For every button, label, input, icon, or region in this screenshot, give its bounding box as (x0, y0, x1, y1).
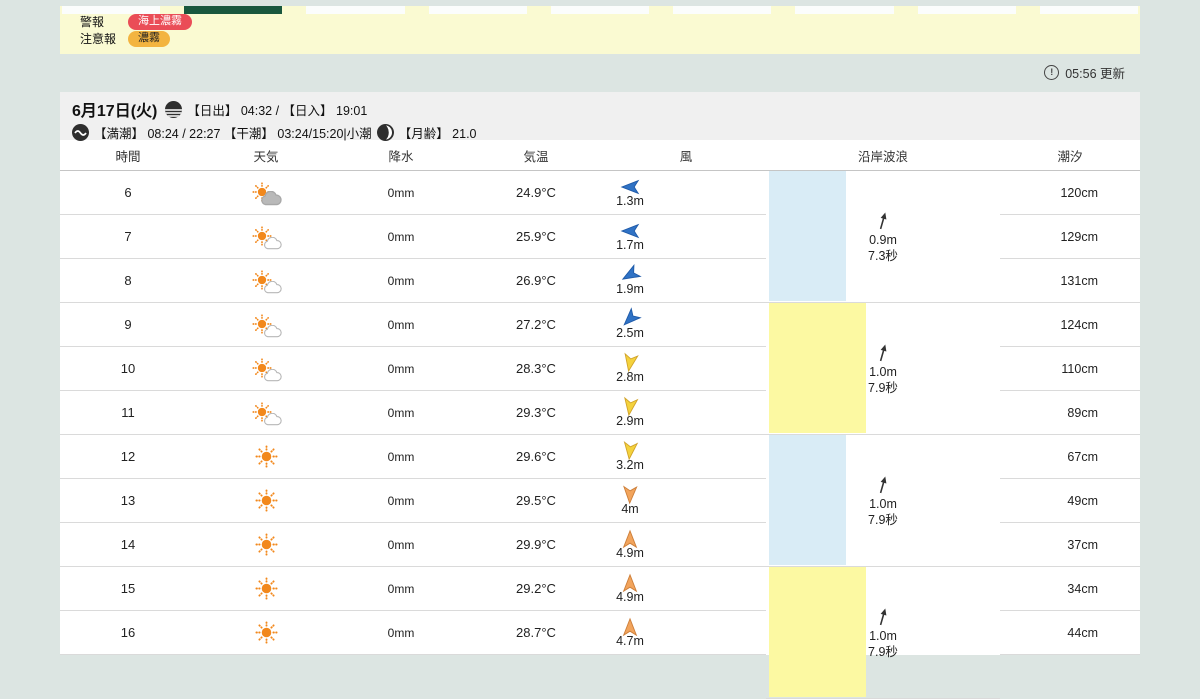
wave-direction-icon (868, 474, 898, 495)
wave-direction-icon (868, 210, 898, 231)
wave-block (769, 303, 866, 433)
update-time: 05:56 更新 (1065, 66, 1125, 81)
coastal-wave-group: 1.0m 7.9秒 (766, 435, 1000, 567)
tab-3[interactable] (306, 6, 405, 14)
tab-7[interactable] (795, 6, 894, 14)
wave-block (769, 567, 866, 697)
wave-direction-icon (868, 342, 898, 363)
coastal-wave-group: 1.0m 7.9秒 (766, 567, 1000, 699)
header-wind: 風 (679, 149, 693, 164)
advisory-badge-fog[interactable]: 濃霧 (128, 30, 170, 47)
header-time: 時間 (115, 149, 141, 164)
header-wave: 沿岸波浪 (857, 149, 908, 164)
sunrise-icon (165, 100, 183, 118)
wave-height-value: 1.0m (869, 364, 897, 379)
tab-2-active[interactable] (184, 6, 283, 14)
table-header-row: 時間 天気 降水 気温 風 沿岸波浪 潮汐 (60, 140, 1140, 171)
wave-direction-icon (868, 606, 898, 627)
tab-8[interactable] (917, 6, 1016, 14)
wave-block (769, 171, 846, 301)
info-icon: ! (1044, 64, 1060, 80)
moon-icon (376, 124, 394, 141)
header-temp: 気温 (523, 149, 549, 164)
header-precip: 降水 (388, 149, 414, 164)
sunrise-sunset-text: 【日出】 04:32 / 【日入】 19:01 (187, 103, 368, 118)
wave-block (769, 435, 846, 565)
wave-height-value: 0.9m (869, 232, 897, 247)
table-body: 6 0mm 24.9°C 1.3m 120cm 7 0mm 25.9°C 1.7… (60, 171, 1140, 699)
tab-4[interactable] (428, 6, 527, 14)
wave-period-value: 7.9秒 (868, 380, 898, 395)
top-tab-strip (62, 6, 1138, 14)
wave-height-value: 1.0m (869, 628, 897, 643)
coastal-wave-group: 0.9m 7.3秒 (766, 171, 1000, 303)
forecast-table: 時間 天気 降水 気温 風 沿岸波浪 潮汐 6 0mm 24.9°C 1.3m … (60, 140, 1140, 699)
date-title: 6月17日(火) (72, 103, 158, 120)
coastal-wave-column: 0.9m 7.3秒 1.0m 7.9秒 1.0m 7.9秒 1.0m 7.9秒 (60, 171, 1140, 699)
coastal-wave-group: 1.0m 7.9秒 (766, 303, 1000, 435)
tab-5[interactable] (550, 6, 650, 14)
header-tide: 潮汐 (1057, 149, 1083, 164)
update-line: ! 05:56 更新 (0, 60, 1125, 84)
wave-period-value: 7.3秒 (868, 248, 898, 263)
warning-badge-marine-fog[interactable]: 海上濃霧 (128, 13, 192, 30)
tab-9[interactable] (1039, 6, 1138, 14)
tab-6[interactable] (673, 6, 772, 14)
wave-height-value: 1.0m (869, 496, 897, 511)
date-header: 6月17日(火) 【日出】 04:32 / 【日入】 19:01 【満潮】 08… (60, 92, 1140, 141)
wave-icon (72, 124, 89, 141)
header-weather: 天気 (253, 149, 279, 164)
wave-period-value: 7.9秒 (868, 512, 898, 527)
advisory-label: 注意報 (80, 32, 117, 46)
tab-1[interactable] (62, 6, 161, 14)
wave-period-value: 7.9秒 (868, 644, 898, 659)
warning-label: 警報 (80, 15, 105, 29)
